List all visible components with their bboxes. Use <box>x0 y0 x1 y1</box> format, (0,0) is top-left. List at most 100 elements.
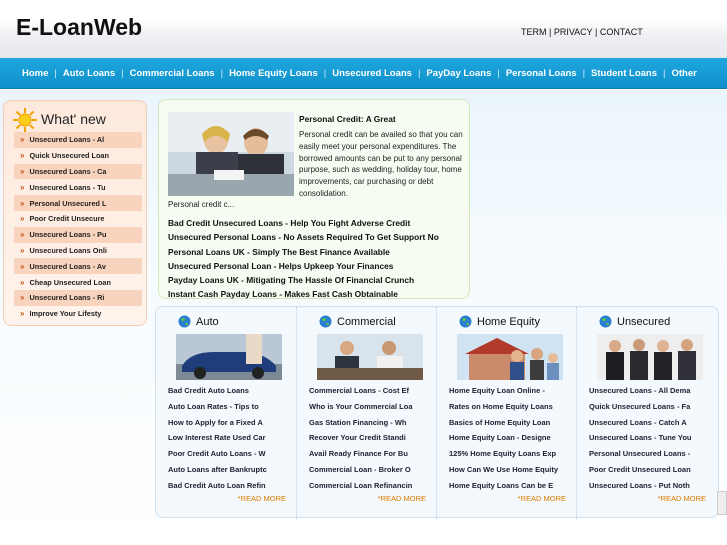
sidebar-item-label: Unsecured Loans - Av <box>29 261 106 271</box>
read-more-link[interactable]: *READ MORE <box>658 494 706 503</box>
category-links: Unsecured Loans - All Dema Quick Unsecur… <box>589 383 711 494</box>
featured-title[interactable]: Personal Credit: A Great <box>299 114 396 124</box>
nav-home[interactable]: Home <box>22 68 48 79</box>
read-more-link[interactable]: *READ MORE <box>238 494 286 503</box>
category-link[interactable]: Home Equity Loans Can be E <box>449 478 571 494</box>
category-link[interactable]: Gas Station Financing - Wh <box>309 415 431 431</box>
category-link[interactable]: Auto Loans after Bankruptc <box>168 462 290 478</box>
sidebar-item[interactable]: » Unsecured Loans Onli <box>14 243 142 259</box>
category-link[interactable]: 125% Home Equity Loans Exp <box>449 446 571 462</box>
category-panel: Auto Bad Credit Auto Loans Auto Loan Rat… <box>155 306 719 519</box>
sidebar-item[interactable]: » Unsecured Loans - Ri <box>14 289 142 306</box>
privacy-link[interactable]: PRIVACY <box>554 27 593 37</box>
arrow-icon: » <box>20 166 25 176</box>
nav-separator: | <box>497 67 500 79</box>
nav-home-equity-loans[interactable]: Home Equity Loans <box>229 68 318 79</box>
category-title[interactable]: Unsecured <box>617 316 670 328</box>
category-link[interactable]: Rates on Home Equity Loans <box>449 399 571 415</box>
category-link[interactable]: Who is Your Commercial Loa <box>309 399 431 415</box>
sidebar-item[interactable]: » Cheap Unsecured Loan <box>14 274 142 290</box>
category-links: Bad Credit Auto Loans Auto Loan Rates - … <box>168 383 290 494</box>
sidebar-item-label: Unsecured Loans - Pu <box>29 230 107 240</box>
sidebar-item[interactable]: » Personal Unsecured L <box>14 195 142 211</box>
nav-payday-loans[interactable]: PayDay Loans <box>426 68 491 79</box>
sidebar-item[interactable]: » Unsecured Loans - Av <box>14 258 142 275</box>
nav-auto-loans[interactable]: Auto Loans <box>63 68 115 79</box>
contact-link[interactable]: CONTACT <box>600 27 643 37</box>
category-link[interactable]: Poor Credit Unsecured Loan <box>589 462 711 478</box>
category-link[interactable]: Home Equity Loan - Designe <box>449 430 571 446</box>
site-logo[interactable]: E-LoanWeb <box>16 14 142 41</box>
category-auto: Auto Bad Credit Auto Loans Auto Loan Rat… <box>156 307 295 519</box>
category-link[interactable]: Bad Credit Auto Loan Refin <box>168 478 290 494</box>
sidebar-item-label: Improve Your Lifesty <box>29 309 102 319</box>
nav-other[interactable]: Other <box>672 68 697 79</box>
category-link[interactable]: How Can We Use Home Equity <box>449 462 571 478</box>
category-link[interactable]: How to Apply for a Fixed A <box>168 415 290 431</box>
read-more-link[interactable]: *READ MORE <box>518 494 566 503</box>
sidebar-item[interactable]: » Quick Unsecured Loan <box>14 148 142 164</box>
article-link[interactable]: Personal Loans UK - Simply The Best Fina… <box>168 245 468 259</box>
category-link[interactable]: Commercial Loan Refinancin <box>309 478 431 494</box>
article-link[interactable]: Unsecured Personal Loans - No Assets Req… <box>168 230 468 244</box>
category-title[interactable]: Auto <box>196 316 219 328</box>
whats-new-sidebar: What' new » Unsecured Loans - Al » Quick U… <box>3 100 147 326</box>
category-commercial: Commercial Commercial Loans - Cost Ef Wh… <box>296 307 435 519</box>
home-equity-photo[interactable] <box>457 334 563 380</box>
scrollbar-thumb[interactable] <box>717 491 727 515</box>
arrow-icon: » <box>20 293 25 303</box>
article-link[interactable]: Payday Loans UK - Mitigating The Hassle … <box>168 273 468 287</box>
category-link[interactable]: Unsecured Loans - Catch A <box>589 415 711 431</box>
category-links: Home Equity Loan Online - Rates on Home … <box>449 383 571 494</box>
top-link-separator: | <box>592 27 600 37</box>
term-link[interactable]: TERM <box>521 27 547 37</box>
nav-student-loans[interactable]: Student Loans <box>591 68 657 79</box>
category-link[interactable]: Unsecured Loans - Put Noth <box>589 478 711 494</box>
category-link[interactable]: Quick Unsecured Loans - Fa <box>589 399 711 415</box>
category-link[interactable]: Unsecured Loans - All Dema <box>589 383 711 399</box>
article-link[interactable]: Bad Credit Unsecured Loans - Help You Fi… <box>168 216 468 230</box>
arrow-icon: » <box>20 230 25 240</box>
category-link[interactable]: Recover Your Credit Standi <box>309 430 431 446</box>
category-title[interactable]: Commercial <box>337 316 396 328</box>
header: E-LoanWeb TERM | PRIVACY | CONTACT <box>0 0 727 58</box>
category-home-equity: Home Equity Home Equity Loan Online - Ra… <box>436 307 575 519</box>
category-link[interactable]: Commercial Loan - Broker O <box>309 462 431 478</box>
category-link[interactable]: Personal Unsecured Loans - <box>589 446 711 462</box>
nav-personal-loans[interactable]: Personal Loans <box>506 68 577 79</box>
category-link[interactable]: Unsecured Loans - Tune You <box>589 430 711 446</box>
category-header: Unsecured <box>599 315 670 328</box>
article-link[interactable]: Instant Cash Payday Loans - Makes Fast C… <box>168 287 468 301</box>
featured-photo[interactable] <box>168 112 294 196</box>
sidebar-item[interactable]: » Poor Credit Unsecure <box>14 211 142 227</box>
auto-photo[interactable] <box>176 334 282 380</box>
commercial-photo[interactable] <box>317 334 423 380</box>
sidebar-item-label: Unsecured Loans Onli <box>29 245 107 255</box>
nav-separator: | <box>663 67 666 79</box>
category-link[interactable]: Basics of Home Equity Loan <box>449 415 571 431</box>
sidebar-item[interactable]: » Unsecured Loans - Tu <box>14 179 142 195</box>
sidebar-item[interactable]: » Improve Your Lifesty <box>14 306 142 322</box>
sidebar-item[interactable]: » Unsecured Loans - Ca <box>14 163 142 180</box>
sidebar-item[interactable]: » Unsecured Loans - Pu <box>14 226 142 243</box>
nav-unsecured-loans[interactable]: Unsecured Loans <box>332 68 412 79</box>
category-link[interactable]: Low Interest Rate Used Car <box>168 430 290 446</box>
category-title[interactable]: Home Equity <box>477 316 540 328</box>
nav-separator: | <box>220 67 224 79</box>
sidebar-item[interactable]: » Unsecured Loans - Al <box>14 132 142 148</box>
category-link[interactable]: Bad Credit Auto Loans <box>168 383 290 399</box>
sidebar-item-label: Unsecured Loans - Tu <box>29 182 106 192</box>
category-link[interactable]: Home Equity Loan Online - <box>449 383 571 399</box>
category-link[interactable]: Avail Ready Finance For Bu <box>309 446 431 462</box>
article-link[interactable]: Unsecured Personal Loan - Helps Upkeep Y… <box>168 259 468 273</box>
category-link[interactable]: Auto Loan Rates - Tips to <box>168 399 290 415</box>
category-link[interactable]: Commercial Loans - Cost Ef <box>309 383 431 399</box>
category-links: Commercial Loans - Cost Ef Who is Your C… <box>309 383 431 494</box>
category-link[interactable]: Poor Credit Auto Loans - W <box>168 446 290 462</box>
arrow-icon: » <box>20 309 25 319</box>
featured-excerpt[interactable]: Personal credit c... <box>168 200 234 209</box>
nav-commercial-loans[interactable]: Commercial Loans <box>130 68 215 79</box>
sidebar-title: What' new <box>41 111 106 127</box>
read-more-link[interactable]: *READ MORE <box>378 494 426 503</box>
unsecured-photo[interactable] <box>597 334 703 380</box>
